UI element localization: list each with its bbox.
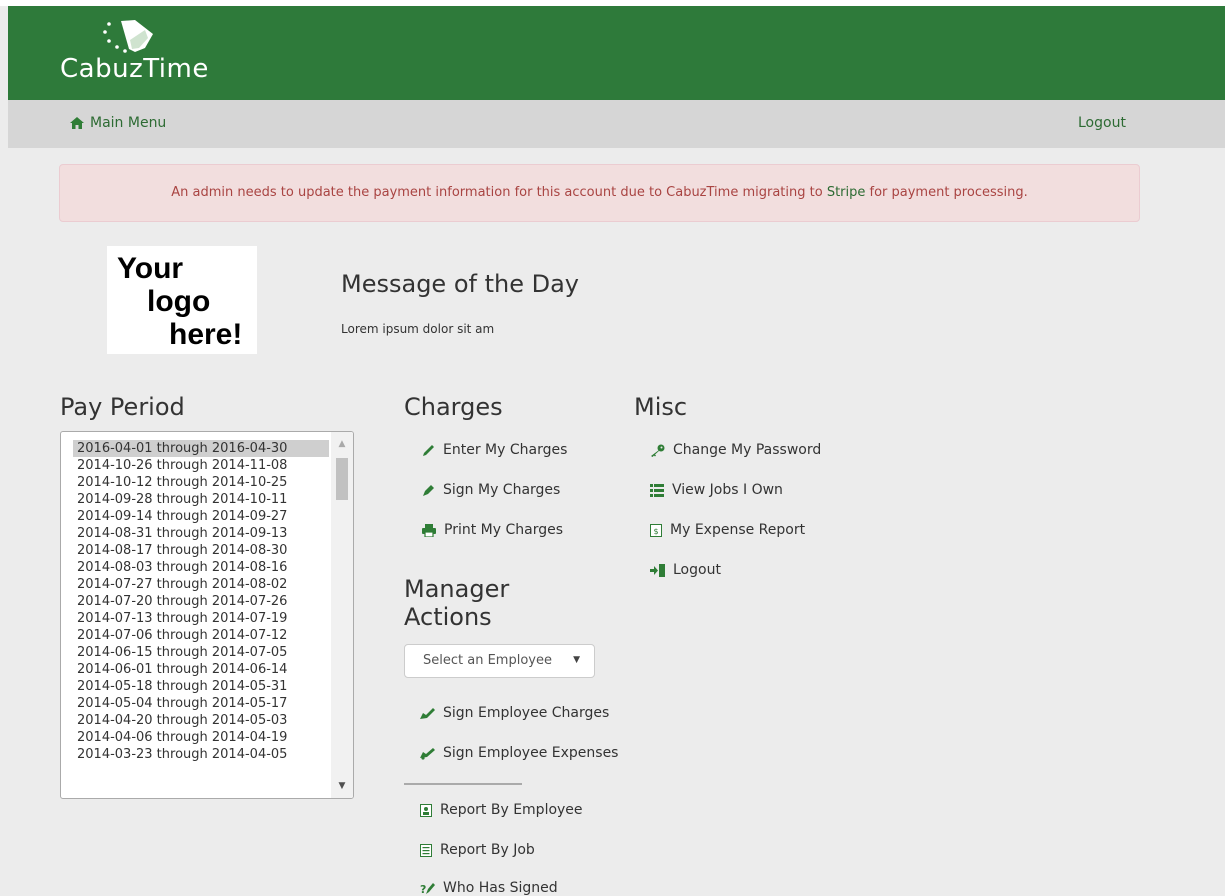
- who-has-signed-icon: ?: [420, 882, 435, 895]
- pay-period-option[interactable]: 2014-06-01 through 2014-06-14: [77, 661, 327, 678]
- manager-title-line-1: Manager: [404, 575, 510, 603]
- select-employee-dropdown[interactable]: Select an Employee ▼: [404, 644, 595, 678]
- logo-line-3: here!: [169, 318, 243, 351]
- pencil-icon: [423, 444, 434, 456]
- brand-name[interactable]: CabuzTime: [60, 54, 209, 84]
- pay-period-option[interactable]: 2014-08-17 through 2014-08-30: [77, 542, 327, 559]
- pay-period-option[interactable]: 2014-08-31 through 2014-09-13: [77, 525, 327, 542]
- pay-period-title: Pay Period: [60, 393, 185, 421]
- report-by-employee-link[interactable]: Report By Employee: [420, 802, 583, 818]
- pay-period-option[interactable]: 2014-05-04 through 2014-05-17: [77, 695, 327, 712]
- enter-my-charges-label: Enter My Charges: [443, 442, 568, 458]
- pay-period-option[interactable]: 2014-07-06 through 2014-07-12: [77, 627, 327, 644]
- print-my-charges-label: Print My Charges: [444, 522, 563, 538]
- pay-period-option[interactable]: 2014-04-06 through 2014-04-19: [77, 729, 327, 746]
- alert-text-after: for payment processing.: [865, 185, 1028, 200]
- pay-period-option[interactable]: 2014-06-15 through 2014-07-05: [77, 644, 327, 661]
- misc-logout-label: Logout: [673, 562, 721, 578]
- logo-line-2: logo: [147, 285, 211, 318]
- change-my-password-link[interactable]: Change My Password: [650, 442, 821, 458]
- key-icon: [651, 444, 665, 457]
- pay-period-option[interactable]: 2014-07-20 through 2014-07-26: [77, 593, 327, 610]
- enter-my-charges-link[interactable]: Enter My Charges: [422, 442, 567, 458]
- sign-employee-charges-link[interactable]: Sign Employee Charges: [420, 705, 609, 721]
- pay-period-option[interactable]: 2014-10-26 through 2014-11-08: [77, 457, 327, 474]
- motd-text: Lorem ipsum dolor sit am: [341, 322, 495, 336]
- top-navbar: Main Menu Logout: [8, 100, 1225, 148]
- svg-text:?: ?: [420, 883, 426, 895]
- logout-door-icon: [650, 563, 665, 577]
- scroll-up-arrow-icon[interactable]: ▲: [331, 434, 353, 454]
- my-expense-report-link[interactable]: $ My Expense Report: [650, 522, 805, 538]
- scroll-thumb[interactable]: [336, 458, 348, 500]
- manager-title-line-2: Actions: [404, 603, 492, 631]
- pay-period-option[interactable]: 2014-05-18 through 2014-05-31: [77, 678, 327, 695]
- view-jobs-i-own-link[interactable]: View Jobs I Own: [650, 482, 783, 498]
- sign-my-charges-link[interactable]: Sign My Charges: [422, 482, 560, 498]
- section-divider: [404, 783, 522, 785]
- my-expense-report-label: My Expense Report: [670, 522, 806, 538]
- pay-period-option[interactable]: 2014-04-20 through 2014-05-03: [77, 712, 327, 729]
- logo-line-1: Your: [117, 252, 184, 285]
- sign-my-charges-label: Sign My Charges: [443, 482, 561, 498]
- report-by-employee-label: Report By Employee: [440, 802, 583, 818]
- sign-employee-expenses-icon: [420, 747, 435, 760]
- stripe-link[interactable]: Stripe: [827, 185, 866, 200]
- list-icon: [650, 483, 664, 497]
- payment-alert: An admin needs to update the payment inf…: [59, 164, 1140, 222]
- who-has-signed-link[interactable]: ? Who Has Signed: [420, 880, 558, 896]
- scroll-down-arrow-icon[interactable]: ▼: [331, 776, 353, 796]
- view-jobs-i-own-label: View Jobs I Own: [672, 482, 783, 498]
- pay-period-listbox[interactable]: 2016-04-01 through 2016-04-30 2014-10-26 …: [60, 431, 354, 799]
- sign-employee-charges-label: Sign Employee Charges: [443, 705, 610, 721]
- change-my-password-label: Change My Password: [673, 442, 822, 458]
- svg-text:$: $: [654, 527, 659, 536]
- pen-icon: [423, 484, 434, 496]
- sign-employee-expenses-link[interactable]: Sign Employee Expenses: [420, 745, 618, 761]
- pay-period-options: 2016-04-01 through 2016-04-30 2014-10-26 …: [73, 440, 329, 763]
- select-employee-value: Select an Employee: [423, 653, 552, 668]
- print-my-charges-link[interactable]: Print My Charges: [422, 522, 563, 538]
- sign-employee-expenses-label: Sign Employee Expenses: [443, 745, 619, 761]
- who-has-signed-label: Who Has Signed: [443, 880, 558, 896]
- pay-period-option[interactable]: 2014-07-27 through 2014-08-02: [77, 576, 327, 593]
- charges-title: Charges: [404, 393, 503, 421]
- logout-link[interactable]: Logout: [1078, 115, 1126, 131]
- main-menu-label: Main Menu: [90, 115, 167, 131]
- misc-title: Misc: [634, 393, 688, 421]
- report-by-job-label: Report By Job: [440, 842, 535, 858]
- pay-period-option[interactable]: 2014-10-12 through 2014-10-25: [77, 474, 327, 491]
- pay-period-option[interactable]: 2014-03-23 through 2014-04-05: [77, 746, 327, 763]
- listbox-scrollbar[interactable]: ▲ ▼: [331, 432, 353, 798]
- misc-logout-link[interactable]: Logout: [650, 562, 721, 578]
- pay-period-option[interactable]: 2014-09-14 through 2014-09-27: [77, 508, 327, 525]
- pay-period-option[interactable]: 2014-07-13 through 2014-07-19: [77, 610, 327, 627]
- manager-actions-title: Manager Actions: [404, 575, 509, 631]
- pay-period-option[interactable]: 2014-08-03 through 2014-08-16: [77, 559, 327, 576]
- pay-period-option[interactable]: 2016-04-01 through 2016-04-30: [73, 440, 329, 457]
- chevron-down-icon: ▼: [573, 655, 580, 665]
- main-menu-link[interactable]: Main Menu: [70, 115, 166, 131]
- report-by-job-link[interactable]: Report By Job: [420, 842, 535, 858]
- pay-period-option[interactable]: 2014-09-28 through 2014-10-11: [77, 491, 327, 508]
- printer-icon: [422, 523, 436, 537]
- app-header: CabuzTime: [8, 6, 1225, 100]
- sign-employee-charges-icon: [420, 707, 435, 719]
- alert-text-before: An admin needs to update the payment inf…: [171, 185, 827, 200]
- report-employee-icon: [420, 803, 432, 817]
- report-job-icon: [420, 843, 432, 857]
- motd-title: Message of the Day: [341, 270, 579, 298]
- home-icon: [70, 117, 84, 129]
- expense-report-icon: $: [650, 523, 662, 537]
- company-logo: Your logo here!: [107, 246, 257, 354]
